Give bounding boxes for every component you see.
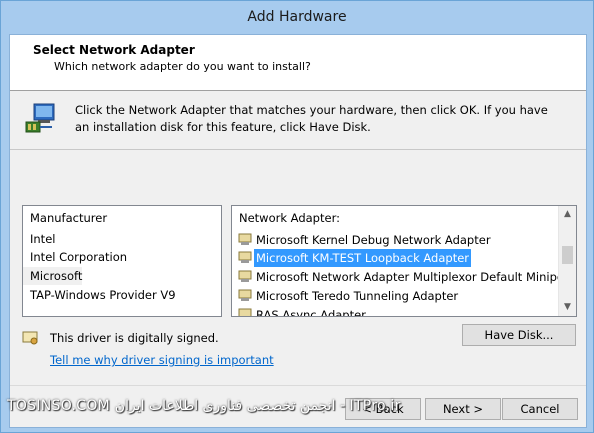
adapter-label: Microsoft Teredo Tunneling Adapter <box>256 289 459 303</box>
manufacturer-header: Manufacturer <box>30 211 108 225</box>
network-adapter-listbox[interactable]: Network Adapter: Microsoft Kernel Debug … <box>231 205 577 317</box>
adapter-label: Microsoft Kernel Debug Network Adapter <box>256 233 491 247</box>
adapter-icon <box>238 289 252 301</box>
cancel-button[interactable]: Cancel <box>502 398 578 420</box>
manufacturer-item[interactable]: TAP-Windows Provider V9 <box>23 286 176 304</box>
adapter-header: Network Adapter: <box>239 211 340 225</box>
driver-signing-link[interactable]: Tell me why driver signing is important <box>50 353 274 367</box>
dialog-body: Select Network Adapter Which network ada… <box>9 34 587 428</box>
add-hardware-window: Add Hardware Select Network Adapter Whic… <box>0 0 594 433</box>
instructions-text: Click the Network Adapter that matches y… <box>75 103 548 134</box>
page-subtitle: Which network adapter do you want to ins… <box>54 60 311 73</box>
manufacturer-listbox[interactable]: Manufacturer Intel Intel Corporation Mic… <box>22 205 222 317</box>
adapter-item[interactable]: Microsoft Network Adapter Multiplexor De… <box>234 268 573 286</box>
adapter-scrollbar[interactable]: ▲ ▼ <box>558 206 576 316</box>
manufacturer-item[interactable]: Intel <box>23 230 55 248</box>
adapter-item-selected[interactable]: Microsoft KM-TEST Loopback Adapter <box>234 249 559 267</box>
adapter-item[interactable]: RAS Async Adapter <box>234 306 559 317</box>
footer-divider <box>10 385 586 386</box>
adapter-icon <box>238 308 252 316</box>
scroll-up-icon[interactable]: ▲ <box>559 206 576 223</box>
manufacturer-item[interactable]: Intel Corporation <box>23 248 127 266</box>
driver-signed-text: This driver is digitally signed. <box>50 331 219 345</box>
page-title: Select Network Adapter <box>33 43 195 57</box>
wizard-header: Select Network Adapter Which network ada… <box>10 35 586 91</box>
network-adapter-icon <box>25 103 55 133</box>
adapter-label: Microsoft KM-TEST Loopback Adapter <box>254 249 472 267</box>
window-title: Add Hardware <box>247 9 347 25</box>
adapter-item[interactable]: Microsoft Kernel Debug Network Adapter <box>234 231 559 249</box>
adapter-icon <box>238 251 252 263</box>
signed-driver-icon <box>22 331 38 345</box>
watermark-text: TOSINSO.COM انجمن تخصصی فناوری اطلاعات ا… <box>7 398 401 414</box>
scroll-thumb[interactable] <box>562 246 573 264</box>
adapter-label: RAS Async Adapter <box>256 308 366 317</box>
adapter-label: Microsoft Network Adapter Multiplexor De… <box>256 270 574 284</box>
adapter-icon <box>238 270 252 282</box>
have-disk-button[interactable]: Have Disk... <box>462 324 576 346</box>
divider <box>10 149 586 150</box>
manufacturer-item-selected[interactable]: Microsoft <box>23 267 83 285</box>
adapter-icon <box>238 233 252 245</box>
adapter-item[interactable]: Microsoft Teredo Tunneling Adapter <box>234 287 559 305</box>
scroll-down-icon[interactable]: ▼ <box>559 299 576 316</box>
